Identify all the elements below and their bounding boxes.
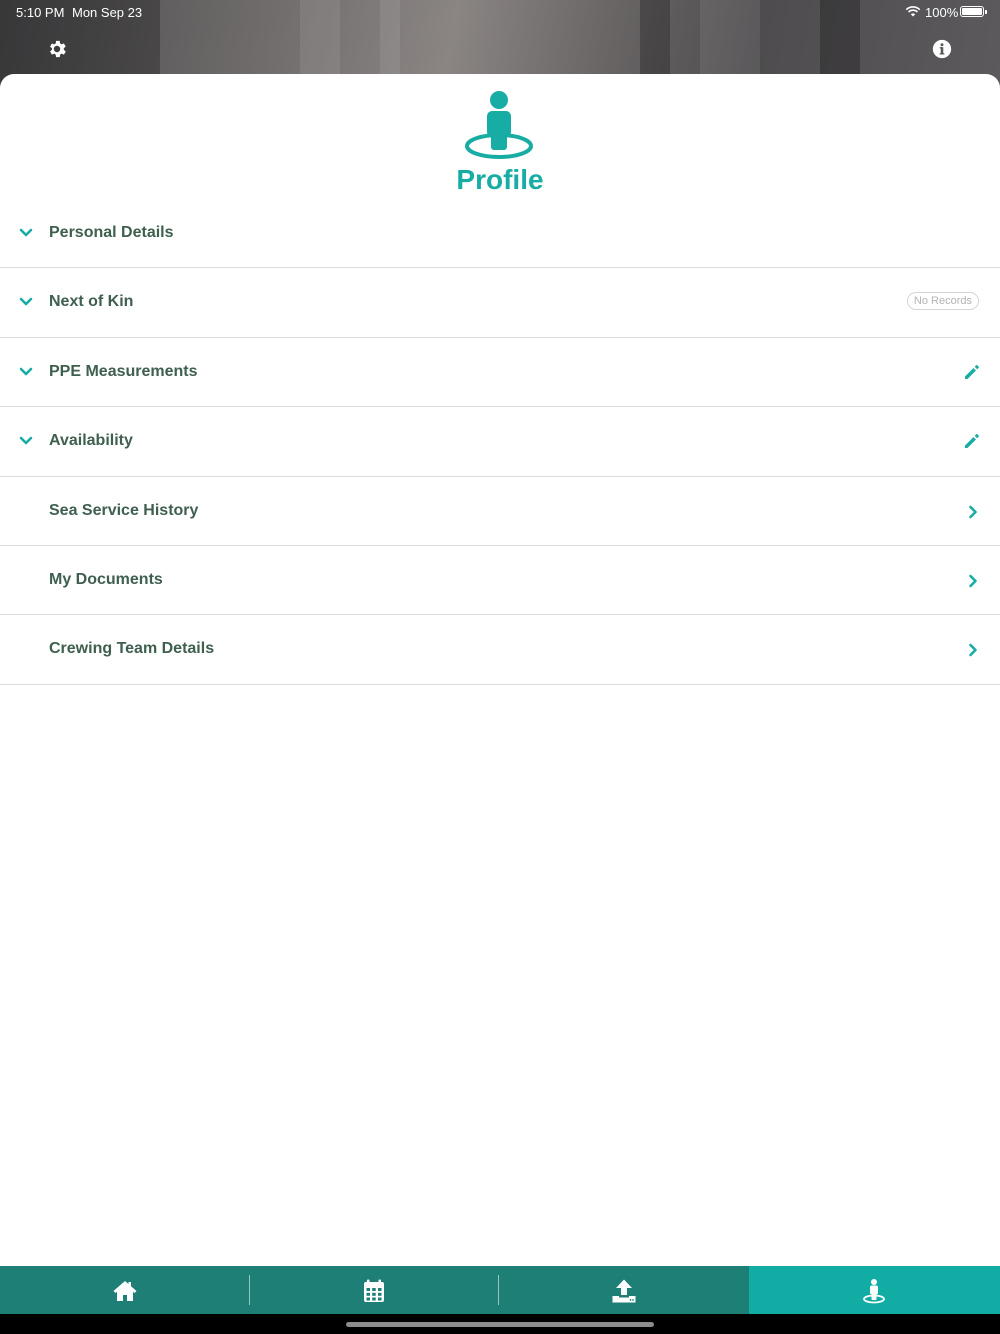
section-sea-service-history[interactable]: Sea Service History: [0, 477, 1000, 546]
pencil-icon[interactable]: [963, 363, 981, 381]
chevron-down-icon: [19, 367, 33, 376]
chevron-right-icon: [969, 574, 977, 588]
chevron-down-icon: [19, 298, 33, 306]
section-label: Next of Kin: [49, 293, 134, 311]
section-label: Sea Service History: [49, 501, 199, 519]
section-my-documents[interactable]: My Documents: [0, 546, 1000, 616]
section-label: My Documents: [49, 570, 163, 588]
wifi-icon: [905, 6, 921, 17]
tab-calendar[interactable]: [250, 1266, 499, 1314]
section-label: PPE Measurements: [49, 362, 198, 380]
calendar-icon: [364, 1279, 385, 1302]
section-next-of-kin[interactable]: Next of Kin No Records: [0, 268, 1000, 338]
profile-icon: [863, 1279, 886, 1304]
pencil-icon[interactable]: [963, 432, 981, 450]
section-label: Personal Details: [49, 224, 174, 241]
section-availability[interactable]: Availability: [0, 407, 1000, 477]
upload-icon: [612, 1279, 636, 1303]
section-label: Availability: [49, 432, 133, 450]
status-date: Mon Sep 23: [72, 5, 143, 20]
tab-profile[interactable]: [748, 1266, 1000, 1314]
battery-icon: [960, 6, 987, 17]
profile-sections-list: Personal Details Next of Kin No Records …: [0, 199, 1000, 685]
battery-percent: 100%: [925, 5, 959, 20]
home-icon: [113, 1281, 137, 1301]
chevron-right-icon: [969, 644, 977, 657]
page-title: Profile: [456, 164, 544, 195]
bottom-tab-bar: [0, 1266, 1000, 1314]
chevron-down-icon: [19, 436, 33, 445]
no-records-badge: No Records: [906, 292, 979, 311]
section-label: Crewing Team Details: [49, 640, 215, 658]
home-indicator-bar: [0, 1314, 1000, 1334]
status-time: 5:10 PM: [16, 5, 65, 20]
chevron-right-icon: [969, 505, 977, 518]
home-indicator[interactable]: [346, 1322, 654, 1327]
section-crewing-team-details[interactable]: Crewing Team Details: [0, 615, 1000, 685]
info-icon[interactable]: [931, 38, 953, 60]
status-bar: 5:10 PM Mon Sep 23 100%: [0, 0, 1000, 24]
gear-icon[interactable]: [46, 38, 68, 60]
section-personal-details[interactable]: Personal Details: [0, 199, 1000, 269]
profile-sheet: Profile Personal Details Next of Kin No …: [0, 74, 1000, 1266]
chevron-down-icon: [19, 228, 33, 237]
person-on-ring-icon: [465, 91, 533, 159]
tab-home[interactable]: [0, 1266, 250, 1314]
tab-upload[interactable]: [499, 1266, 749, 1314]
section-ppe-measurements[interactable]: PPE Measurements: [0, 338, 1000, 408]
